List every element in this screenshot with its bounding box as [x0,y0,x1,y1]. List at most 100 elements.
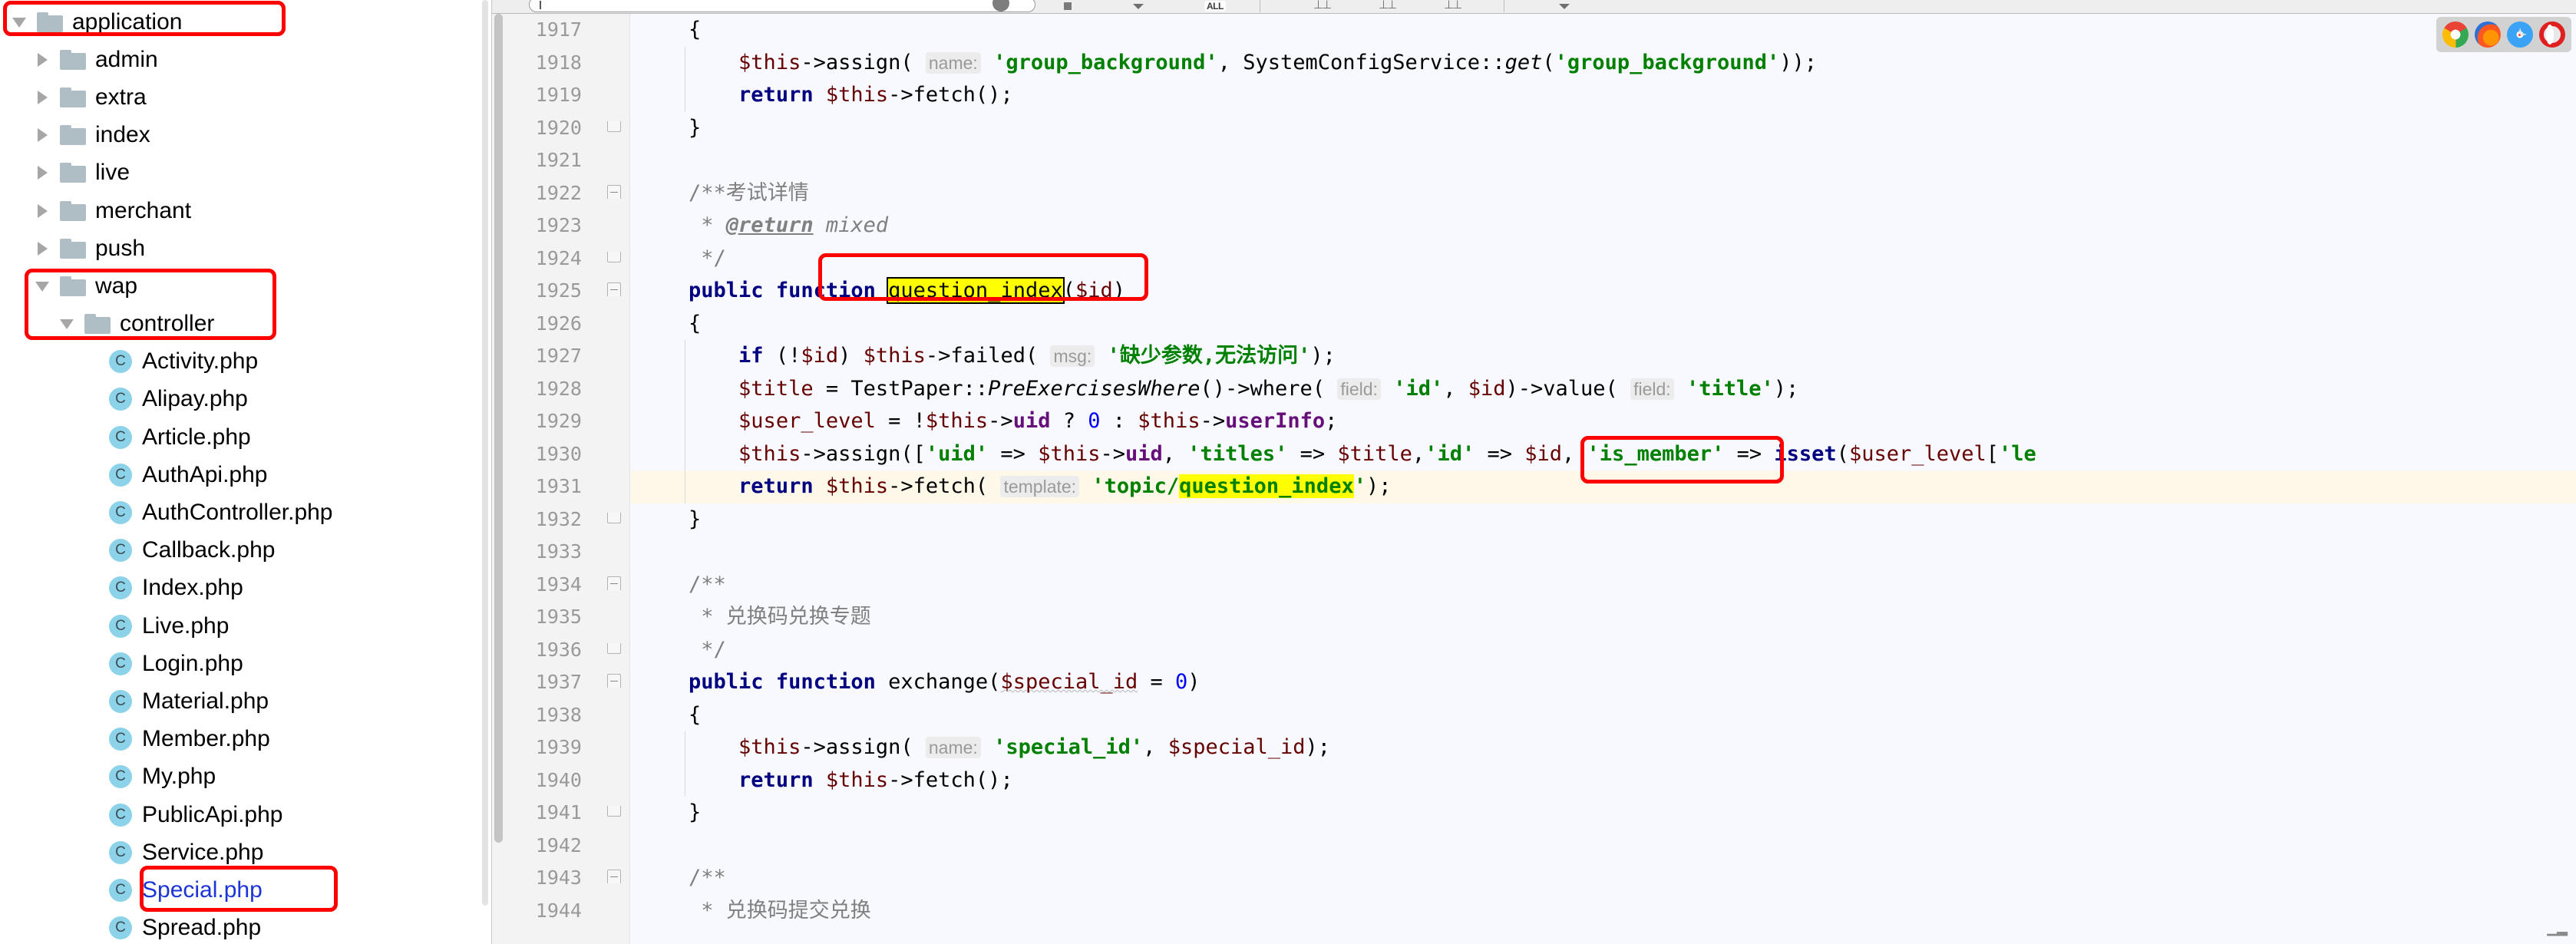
code-line-1936[interactable]: */ [631,634,2576,667]
line-number: 1937 [535,671,582,693]
scrollbar-thumb[interactable] [482,0,488,906]
code-line-1918[interactable]: $this->assign( name: 'group_background',… [631,46,2576,79]
tree-item-callback-php[interactable]: C Callback.php [0,532,491,569]
tree-item-authapi-php[interactable]: C AuthApi.php [0,456,491,493]
tree-item-service-php[interactable]: C Service.php [0,833,491,871]
tree-item-wap[interactable]: wap [0,267,491,305]
code-line-1926[interactable]: { [631,308,2576,341]
tree-item-authcontroller-php[interactable]: C AuthController.php [0,493,491,531]
tree-item-live[interactable]: live [0,154,491,192]
code-line-1919[interactable]: return $this->fetch(); [631,79,2576,112]
run-browser-toolbar[interactable] [2436,17,2571,52]
tree-item-member-php[interactable]: C Member.php [0,721,491,758]
options-icon[interactable]: ⊥⊥ [1444,0,1462,12]
no-chevron-icon [81,804,104,827]
tree-item-spread-php[interactable]: C Spread.php [0,909,491,944]
project-tree-panel[interactable]: application admin extra index live merchant pu… [0,0,491,944]
code-line-1917[interactable]: { [631,14,2576,47]
code-fold-toggle[interactable] [606,275,623,308]
chevron-down-icon[interactable] [32,275,55,298]
code-line-1922[interactable]: /**考试详情 [631,177,2576,210]
code-fold-toggle[interactable] [606,797,623,830]
code-line-1938[interactable]: { [631,699,2576,732]
code-fold-toggle[interactable] [606,503,623,536]
code-fold-toggle[interactable] [606,862,623,895]
project-tree-scrollbar[interactable] [480,0,490,944]
chevron-down-icon[interactable] [57,312,80,335]
tree-item-application[interactable]: application [0,3,491,41]
code-line-1923[interactable]: * @return mixed [631,210,2576,243]
highlighted-function-name[interactable]: question_index [887,277,1065,304]
tree-item-extra[interactable]: extra [0,78,491,116]
firefox-icon[interactable] [2475,21,2501,48]
tree-item-special-php[interactable]: C Special.php [0,871,491,909]
tree-item-push[interactable]: push [0,229,491,267]
code-editor-pane[interactable]: ALL ⊥⊥ ⊥⊥ ⊥⊥ 1917 1918 1919 1920 1921 1922 192… [491,0,2576,944]
code-line-1934[interactable]: /** [631,569,2576,602]
code-line-1924[interactable]: */ [631,243,2576,276]
no-chevron-icon [81,879,104,902]
tree-item-login-php[interactable]: C Login.php [0,645,491,682]
match-scope-label[interactable]: ALL [1204,1,1226,12]
toolbar-overflow-icon[interactable] [1559,4,1570,9]
code-line-1933[interactable] [631,536,2576,569]
code-line-1944[interactable]: * 兑换码提交兑换 [631,895,2576,928]
code-line-1928[interactable]: $title = TestPaper::PreExercisesWhere()-… [631,372,2576,405]
chevron-right-icon[interactable] [32,86,55,109]
code-line-1939[interactable]: $this->assign( name: 'special_id', $spec… [631,731,2576,764]
code-fold-toggle[interactable] [606,243,623,276]
code-content[interactable]: { $this->assign( name: 'group_background… [631,14,2576,944]
code-line-1931[interactable]: return $this->fetch( template: 'topic/qu… [631,470,2576,503]
editor-gutter[interactable]: 1917 1918 1919 1920 1921 1922 1923 1924 1925 1926… [492,14,630,944]
code-fold-toggle[interactable] [606,634,623,667]
ide-window: application admin extra index live merchant pu… [0,0,2576,944]
code-line-1935[interactable]: * 兑换码兑换专题 [631,601,2576,634]
chevron-right-icon[interactable] [32,124,55,147]
editor-corner-handle[interactable]: ▁▂ [2547,920,2568,936]
tree-item-alipay-php[interactable]: C Alipay.php [0,381,491,418]
search-input[interactable] [529,0,1035,12]
tree-item-label: Service.php [142,839,264,865]
tree-item-live-php[interactable]: C Live.php [0,607,491,645]
highlighted-template-name[interactable]: question_index [1179,474,1354,498]
code-line-1941[interactable]: } [631,797,2576,830]
tree-item-index[interactable]: index [0,117,491,154]
code-line-1920[interactable]: } [631,112,2576,145]
code-line-1930[interactable]: $this->assign(['uid' => $this->uid, 'tit… [631,437,2576,470]
code-line-1925[interactable]: public function question_index($id) [631,275,2576,308]
filter-icon[interactable]: ⊥⊥ [1313,0,1332,12]
tree-item-admin[interactable]: admin [0,41,491,78]
chevron-right-icon[interactable] [32,161,55,184]
find-toolbar[interactable]: ALL ⊥⊥ ⊥⊥ ⊥⊥ [492,0,2576,14]
tree-item-my-php[interactable]: C My.php [0,758,491,796]
next-match-icon[interactable] [1133,4,1144,9]
chevron-right-icon[interactable] [32,48,55,71]
code-line-1927[interactable]: if (!$id) $this->failed( msg: '缺少参数,无法访问… [631,340,2576,373]
chevron-down-icon[interactable] [9,11,32,34]
code-fold-toggle[interactable] [606,666,623,699]
scope-icon[interactable]: ⊥⊥ [1379,0,1397,12]
code-line-1942[interactable] [631,830,2576,863]
code-line-1937[interactable]: public function exchange($special_id = 0… [631,666,2576,699]
tree-item-controller[interactable]: controller [0,305,491,343]
code-fold-toggle[interactable] [606,569,623,602]
tree-item-article-php[interactable]: C Article.php [0,418,491,456]
tree-item-index-php[interactable]: C Index.php [0,569,491,607]
code-fold-toggle[interactable] [606,112,623,145]
chevron-right-icon[interactable] [32,237,55,260]
code-fold-toggle[interactable] [606,177,623,210]
code-line-1929[interactable]: $user_level = !$this->uid ? 0 : $this->u… [631,405,2576,438]
chrome-icon[interactable] [2442,21,2469,48]
code-line-1940[interactable]: return $this->fetch(); [631,764,2576,797]
tree-item-material-php[interactable]: C Material.php [0,682,491,720]
tree-item-publicapi-php[interactable]: C PublicApi.php [0,796,491,833]
opera-icon[interactable] [2539,21,2565,48]
safari-icon[interactable] [2507,21,2533,48]
code-line-1921[interactable] [631,144,2576,177]
tree-item-activity-php[interactable]: C Activity.php [0,343,491,381]
code-line-1943[interactable]: /** [631,862,2576,895]
code-line-1932[interactable]: } [631,503,2576,536]
chevron-right-icon[interactable] [32,200,55,223]
prev-match-icon[interactable] [1064,2,1072,10]
tree-item-merchant[interactable]: merchant [0,192,491,229]
